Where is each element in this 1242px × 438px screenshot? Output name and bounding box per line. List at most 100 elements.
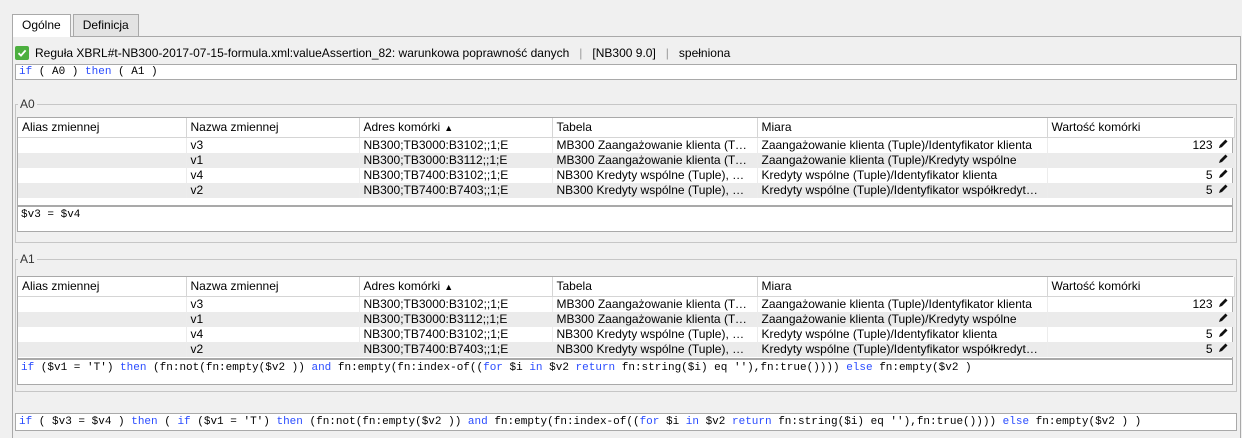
rule-status: spełniona — [678, 46, 731, 60]
pencil-icon[interactable] — [1217, 297, 1229, 309]
column-header-value[interactable]: Wartość komórki — [1047, 277, 1235, 297]
column-header-measure[interactable]: Miara — [757, 118, 1048, 138]
a0-expression-box[interactable]: $v3 = $v4 — [17, 206, 1233, 232]
cell-address: NB300;TB7400:B7403;;1;E — [359, 341, 553, 357]
cell-address: NB300;TB7400:B7403;;1;E — [359, 182, 553, 198]
table-row[interactable]: v3 NB300;TB3000:B3102;;1;E MB300 Zaangaż… — [18, 296, 1235, 312]
bottom-formula-box[interactable]: if ( $v3 = $v4 ) then ( if ($v1 = 'T') t… — [15, 413, 1237, 431]
cell-name: v2 — [186, 182, 360, 198]
cell-measure: Kredyty wspólne (Tuple)/Identyfikator kl… — [757, 326, 1048, 342]
formula-text: ( A0 ) — [32, 66, 86, 78]
formula-text: ( A1 ) — [111, 66, 158, 78]
formula-text: fn:string($i) eq ''),fn:true()))) — [771, 416, 1003, 428]
cell-name: v3 — [186, 137, 360, 153]
sort-ascending-icon: ▲ — [444, 123, 454, 134]
cell-alias — [18, 152, 187, 168]
cell-address: NB300;TB7400:B3102;;1;E — [359, 167, 553, 183]
column-header-address[interactable]: Adres komórki ▲ — [359, 118, 553, 138]
tab-definition[interactable]: Definicja — [72, 14, 139, 36]
cell-value: 123 — [1047, 296, 1235, 312]
pencil-icon[interactable] — [1217, 153, 1229, 165]
cell-table: MB300 Zaangażowanie klienta (Tuple) — [552, 311, 758, 327]
divider: | — [579, 46, 583, 60]
rule-version: [NB300 9.0] — [592, 46, 656, 60]
cell-alias — [18, 167, 187, 183]
expression-text: ($v1 = 'T') — [34, 362, 121, 374]
cell-address: NB300;TB3000:B3112;;1;E — [359, 152, 553, 168]
cell-address: NB300;TB3000:B3102;;1;E — [359, 296, 553, 312]
keyword-then: then — [131, 416, 158, 428]
a1-variables-table[interactable]: Alias zmiennej Nazwa zmiennej Adres komó… — [17, 276, 1235, 359]
expression-text: fn:string($i) eq ''),fn:true()))) — [615, 362, 847, 374]
cell-table: MB300 Zaangażowanie klienta (Tuple) — [552, 152, 758, 168]
column-header-name[interactable]: Nazwa zmiennej — [186, 118, 360, 138]
top-formula-box[interactable]: if ( A0 ) then ( A1 ) — [15, 64, 1237, 80]
keyword-if: if — [21, 362, 35, 374]
formula-text: fn:empty(fn:index-of(( — [487, 416, 640, 428]
cell-name: v4 — [186, 326, 360, 342]
formula-text: ($v1 = 'T') — [190, 416, 277, 428]
cell-value: 5 — [1047, 167, 1235, 183]
pencil-icon[interactable] — [1217, 183, 1229, 195]
keyword-if: if — [19, 416, 33, 428]
cell-table: NB300 Kredyty wspólne (Tuple), MB300 — [552, 341, 758, 357]
table-row[interactable]: v1 NB300;TB3000:B3112;;1;E MB300 Zaangaż… — [18, 152, 1235, 168]
formula-text: ( $v3 = $v4 ) — [32, 416, 132, 428]
keyword-return: return — [575, 362, 616, 374]
expression-text: fn:empty($v2 ) — [872, 362, 972, 374]
pencil-icon[interactable] — [1217, 342, 1229, 354]
column-header-table[interactable]: Tabela — [552, 118, 758, 138]
formula-text: $v2 — [698, 416, 732, 428]
table-row[interactable]: v2 NB300;TB7400:B7403;;1;E NB300 Kredyty… — [18, 182, 1235, 198]
tab-bar: Ogólne Definicja — [12, 14, 141, 37]
cell-value: 123 — [1047, 137, 1235, 153]
table-row[interactable]: v3 NB300;TB3000:B3102;;1;E MB300 Zaangaż… — [18, 137, 1235, 153]
cell-alias — [18, 326, 187, 342]
cell-name: v4 — [186, 167, 360, 183]
cell-alias — [18, 137, 187, 153]
cell-address: NB300;TB3000:B3112;;1;E — [359, 311, 553, 327]
formula-text: ( — [157, 416, 178, 428]
tab-general[interactable]: Ogólne — [12, 14, 71, 37]
a0-variables-table[interactable]: Alias zmiennej Nazwa zmiennej Adres komó… — [17, 117, 1235, 206]
table-row[interactable]: v1 NB300;TB3000:B3112;;1;E MB300 Zaangaż… — [18, 311, 1235, 327]
column-header-value[interactable]: Wartość komórki — [1047, 118, 1235, 138]
column-header-measure[interactable]: Miara — [757, 277, 1048, 297]
keyword-else: else — [846, 362, 873, 374]
keyword-in: in — [685, 416, 699, 428]
keyword-for: for — [483, 362, 503, 374]
keyword-return: return — [732, 416, 772, 428]
column-header-alias[interactable]: Alias zmiennej — [18, 118, 187, 138]
cell-name: v3 — [186, 296, 360, 312]
table-row[interactable]: v4 NB300;TB7400:B3102;;1;E NB300 Kredyty… — [18, 326, 1235, 342]
cell-table: NB300 Kredyty wspólne (Tuple), MB300 — [552, 326, 758, 342]
cell-value: 5 — [1047, 182, 1235, 198]
column-header-table[interactable]: Tabela — [552, 277, 758, 297]
cell-alias — [18, 182, 187, 198]
column-header-address[interactable]: Adres komórki ▲ — [359, 277, 553, 297]
sort-ascending-icon: ▲ — [444, 282, 454, 293]
cell-name: v1 — [186, 152, 360, 168]
table-row[interactable]: v2 NB300;TB7400:B7403;;1;E NB300 Kredyty… — [18, 341, 1235, 357]
cell-value: 5 — [1047, 341, 1235, 357]
cell-name: v1 — [186, 311, 360, 327]
table-row[interactable]: v4 NB300;TB7400:B3102;;1;E NB300 Kredyty… — [18, 167, 1235, 183]
keyword-if: if — [177, 416, 191, 428]
pencil-icon[interactable] — [1217, 312, 1229, 324]
column-header-name[interactable]: Nazwa zmiennej — [186, 277, 360, 297]
keyword-and: and — [467, 416, 488, 428]
keyword-else: else — [1002, 416, 1030, 428]
a1-expression-box[interactable]: if ($v1 = 'T') then (fn:not(fn:empty($v2… — [17, 359, 1233, 385]
pencil-icon[interactable] — [1217, 168, 1229, 180]
cell-value — [1047, 311, 1235, 327]
cell-measure: Kredyty wspólne (Tuple)/Identyfikator ws… — [757, 182, 1048, 198]
cell-table: MB300 Zaangażowanie klienta (Tuple) — [552, 137, 758, 153]
rule-name: Reguła XBRL#t-NB300-2017-07-15-formula.x… — [35, 46, 570, 60]
pencil-icon[interactable] — [1217, 138, 1229, 150]
column-header-alias[interactable]: Alias zmiennej — [18, 277, 187, 297]
pencil-icon[interactable] — [1217, 327, 1229, 339]
cell-value — [1047, 152, 1235, 168]
group-a0-legend: A0 — [20, 97, 35, 111]
cell-measure: Kredyty wspólne (Tuple)/Identyfikator kl… — [757, 167, 1048, 183]
cell-measure: Zaangażowanie klienta (Tuple)/Kredyty ws… — [757, 311, 1048, 327]
